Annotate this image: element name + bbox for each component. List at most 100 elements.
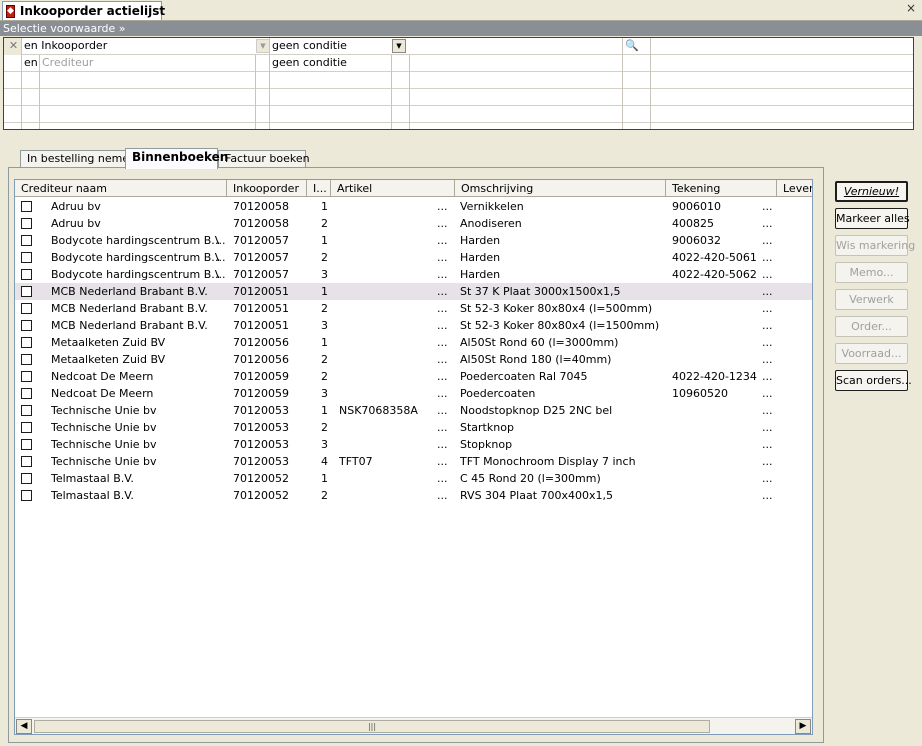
table-row[interactable]: MCB Nederland Brabant B.V. 70120051 1... St… — [15, 283, 812, 300]
refresh-button[interactable]: Vernieuw! — [835, 181, 908, 202]
cell-ellipsis[interactable]: ... — [437, 453, 451, 470]
cell-ellipsis[interactable]: ... — [762, 249, 776, 266]
row-checkbox[interactable] — [21, 473, 32, 484]
table-row[interactable]: Nedcoat De Meern 70120059 3... Poedercoaten… — [15, 385, 812, 402]
cell-ellipsis[interactable]: ... — [762, 232, 776, 249]
cell-ellipsis[interactable]: ... — [437, 215, 451, 232]
close-icon[interactable]: × — [906, 1, 916, 15]
col-line[interactable]: I... — [307, 180, 331, 197]
cell-ellipsis[interactable]: ... — [215, 266, 229, 283]
row-checkbox[interactable] — [21, 371, 32, 382]
horizontal-scrollbar[interactable]: ◀ ||| ▶ — [15, 717, 812, 734]
cell-ellipsis[interactable]: ... — [437, 266, 451, 283]
table-row[interactable]: MCB Nederland Brabant B.V. 70120051 3... St… — [15, 317, 812, 334]
col-leverdatum[interactable]: Leverd — [777, 180, 812, 197]
row-checkbox[interactable] — [21, 235, 32, 246]
row-checkbox[interactable] — [21, 320, 32, 331]
stock-button[interactable]: Voorraad... — [835, 343, 908, 364]
condition-dropdown[interactable]: ▼ — [392, 39, 406, 53]
cell-ellipsis[interactable]: ... — [437, 436, 451, 453]
filter-condition[interactable]: geen conditie — [270, 55, 392, 72]
row-checkbox[interactable] — [21, 405, 32, 416]
table-row[interactable]: Bodycote hardingscentrum B.V.... 70120057… — [15, 266, 812, 283]
row-checkbox[interactable] — [21, 456, 32, 467]
document-tab[interactable]: ◆ Inkooporder actielijst — [2, 1, 165, 20]
col-tekening[interactable]: Tekening — [666, 180, 777, 197]
cell-ellipsis[interactable]: ... — [437, 249, 451, 266]
row-checkbox[interactable] — [21, 218, 32, 229]
cell-ellipsis[interactable]: ... — [215, 232, 229, 249]
cell-ellipsis[interactable]: ... — [437, 317, 451, 334]
memo-button[interactable]: Memo... — [835, 262, 908, 283]
table-row[interactable]: Metaalketen Zuid BV 70120056 1... Al50St Ro… — [15, 334, 812, 351]
cell-ellipsis[interactable]: ... — [762, 198, 776, 215]
table-row[interactable]: Telmastaal B.V. 70120052 2... RVS 304 Plaat… — [15, 487, 812, 504]
cell-ellipsis[interactable]: ... — [437, 300, 451, 317]
table-row[interactable]: Adruu bv 70120058 2... Anodiseren 400825... — [15, 215, 812, 232]
selection-bar[interactable]: Selectie voorwaarde » — [0, 21, 922, 36]
col-crediteur[interactable]: Crediteur naam — [15, 180, 227, 197]
cell-ellipsis[interactable]: ... — [762, 215, 776, 232]
scan-orders-button[interactable]: Scan orders... — [835, 370, 912, 391]
cell-ellipsis[interactable]: ... — [437, 419, 451, 436]
cell-ellipsis[interactable]: ... — [215, 249, 229, 266]
row-checkbox[interactable] — [21, 269, 32, 280]
tab-factuur-boeken[interactable]: Factuur boeken — [218, 150, 310, 168]
table-row[interactable]: Technische Unie bv 70120053 4 TFT07... TFT M… — [15, 453, 812, 470]
cell-ellipsis[interactable]: ... — [762, 419, 776, 436]
search-icon[interactable]: 🔍 — [625, 38, 639, 54]
order-button[interactable]: Order... — [835, 316, 908, 337]
col-inkooporder[interactable]: Inkooporder — [227, 180, 307, 197]
cell-ellipsis[interactable]: ... — [762, 334, 776, 351]
process-button[interactable]: Verwerk — [835, 289, 908, 310]
scroll-right-icon[interactable]: ▶ — [795, 719, 811, 734]
row-checkbox[interactable] — [21, 388, 32, 399]
row-checkbox[interactable] — [21, 252, 32, 263]
cell-ellipsis[interactable]: ... — [762, 453, 776, 470]
row-checkbox[interactable] — [21, 201, 32, 212]
cell-ellipsis[interactable]: ... — [437, 334, 451, 351]
cell-ellipsis[interactable]: ... — [762, 368, 776, 385]
table-row[interactable]: Metaalketen Zuid BV 70120056 2... Al50St Ro… — [15, 351, 812, 368]
col-omschrijving[interactable]: Omschrijving — [455, 180, 666, 197]
table-row[interactable]: Adruu bv 70120058 1... Vernikkelen 9006010..… — [15, 198, 812, 215]
cell-ellipsis[interactable]: ... — [762, 266, 776, 283]
cell-ellipsis[interactable]: ... — [762, 317, 776, 334]
cell-ellipsis[interactable]: ... — [762, 351, 776, 368]
table-row[interactable]: Technische Unie bv 70120053 1 NSK7068358A..… — [15, 402, 812, 419]
cell-ellipsis[interactable]: ... — [437, 385, 451, 402]
clear-marking-button[interactable]: Wis markering — [835, 235, 915, 256]
col-artikel[interactable]: Artikel — [331, 180, 455, 197]
table-row[interactable]: Nedcoat De Meern 70120059 2... Poedercoaten… — [15, 368, 812, 385]
cell-ellipsis[interactable]: ... — [437, 283, 451, 300]
cell-ellipsis[interactable]: ... — [437, 402, 451, 419]
row-checkbox[interactable] — [21, 337, 32, 348]
table-row[interactable]: Bodycote hardingscentrum B.V.... 70120057… — [15, 232, 812, 249]
cell-ellipsis[interactable]: ... — [762, 436, 776, 453]
cell-ellipsis[interactable]: ... — [437, 351, 451, 368]
tab-in-bestelling[interactable]: In bestelling nemen — [20, 150, 132, 168]
table-row[interactable]: MCB Nederland Brabant B.V. 70120051 2... St… — [15, 300, 812, 317]
row-checkbox[interactable] — [21, 303, 32, 314]
table-row[interactable]: Technische Unie bv 70120053 3... Stopknop..… — [15, 436, 812, 453]
row-checkbox[interactable] — [21, 439, 32, 450]
row-checkbox[interactable] — [21, 286, 32, 297]
cell-ellipsis[interactable]: ... — [762, 283, 776, 300]
cell-ellipsis[interactable]: ... — [762, 470, 776, 487]
cell-ellipsis[interactable]: ... — [762, 300, 776, 317]
row-checkbox[interactable] — [21, 354, 32, 365]
cell-ellipsis[interactable]: ... — [762, 402, 776, 419]
cell-ellipsis[interactable]: ... — [762, 487, 776, 504]
table-row[interactable]: Technische Unie bv 70120053 2... Startknop.… — [15, 419, 812, 436]
row-checkbox[interactable] — [21, 490, 32, 501]
mark-all-button[interactable]: Markeer alles — [835, 208, 910, 229]
cell-ellipsis[interactable]: ... — [762, 385, 776, 402]
cell-ellipsis[interactable]: ... — [437, 198, 451, 215]
cell-ellipsis[interactable]: ... — [437, 487, 451, 504]
row-checkbox[interactable] — [21, 422, 32, 433]
scroll-left-icon[interactable]: ◀ — [16, 719, 32, 734]
clear-filter-icon[interactable]: ✕ — [4, 38, 22, 55]
cell-ellipsis[interactable]: ... — [437, 470, 451, 487]
tab-binnenboeken[interactable]: Binnenboeken — [125, 148, 228, 169]
table-row[interactable]: Bodycote hardingscentrum B.V.... 70120057… — [15, 249, 812, 266]
